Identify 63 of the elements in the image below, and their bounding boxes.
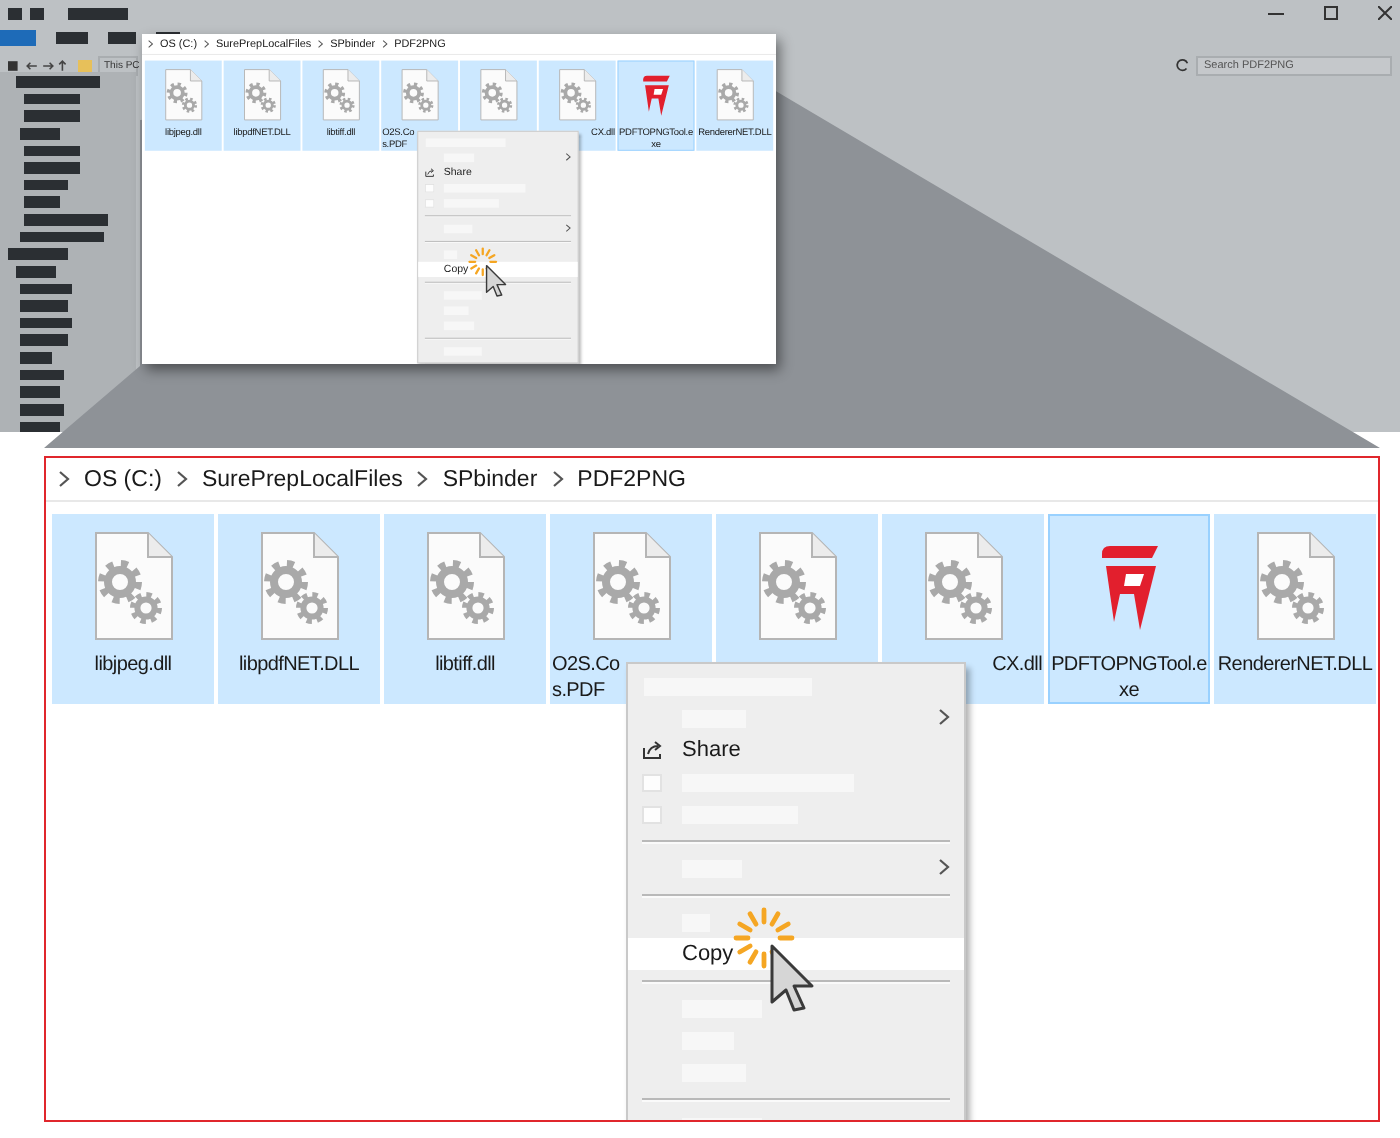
redaction-bar <box>20 386 60 398</box>
gear-file-icon <box>555 68 600 122</box>
file-item[interactable] <box>617 60 695 151</box>
file-name: CX.dll <box>990 652 1044 678</box>
gear-file-icon <box>240 68 284 122</box>
menu-item[interactable]: Share <box>628 734 964 766</box>
click-burst-icon <box>732 906 796 970</box>
redaction-bar <box>20 352 52 364</box>
share-icon <box>642 740 664 760</box>
gear-file-icon <box>712 68 757 122</box>
redaction-bar <box>20 421 60 433</box>
file-name: libtiff.dll <box>433 652 497 678</box>
file-item[interactable] <box>1048 514 1210 704</box>
redaction-bar <box>20 317 72 329</box>
file-name: libpdfNET.DLL <box>236 652 362 678</box>
folder-icon <box>78 58 92 72</box>
file-name: O2S.Co s.PDF <box>550 652 622 704</box>
breadcrumb-item[interactable]: PDF2PNG <box>577 467 686 491</box>
close-icon[interactable] <box>1378 6 1392 20</box>
redaction-bar <box>24 145 80 157</box>
file-name: RendererNET.DLL <box>1215 652 1375 678</box>
redaction-bar <box>20 231 104 243</box>
gear-file-icon <box>319 68 363 122</box>
file-name: libjpeg.dll <box>92 652 174 678</box>
redaction-bar <box>20 403 64 415</box>
navigation-icon[interactable] <box>8 57 72 73</box>
redaction-bar <box>8 7 22 19</box>
redaction-bar <box>24 110 80 122</box>
file-name: PDFTOPNGTool.e xe <box>1049 652 1209 704</box>
gear-file-icon <box>476 68 521 122</box>
breadcrumb-item[interactable]: SurePrepLocalFiles <box>201 467 403 491</box>
redaction-bar <box>108 31 136 43</box>
breadcrumb-item[interactable]: SPbinder <box>442 467 538 491</box>
click-burst-icon <box>467 246 498 277</box>
menu-item[interactable]: Copy <box>628 938 964 970</box>
redaction-bar <box>20 127 60 139</box>
maximize-icon[interactable] <box>1324 6 1338 20</box>
redaction-bar <box>24 214 108 226</box>
redaction-bar <box>20 283 72 295</box>
redaction-bar <box>20 334 68 346</box>
redaction-bar <box>24 162 80 174</box>
ribbon-tab[interactable] <box>0 29 36 45</box>
redaction-bar <box>8 248 68 260</box>
redaction-bar <box>56 31 88 43</box>
redaction-bar <box>30 7 44 19</box>
mouse-pointer-icon <box>768 944 816 1012</box>
redaction-bar <box>24 179 68 191</box>
gear-file-icon <box>397 68 442 122</box>
redaction-bar <box>24 196 60 208</box>
gear-file-icon <box>161 68 206 122</box>
redaction-bar <box>20 369 64 381</box>
redaction-bar <box>24 93 80 105</box>
chevron-icon <box>58 470 70 488</box>
breadcrumb-item[interactable]: OS (C:) <box>84 467 162 491</box>
chevron-icon <box>551 470 564 488</box>
redaction-bar <box>20 300 68 312</box>
refresh-icon[interactable] <box>1176 58 1190 72</box>
redaction-bar <box>16 265 56 277</box>
chevron-icon <box>175 470 188 488</box>
redaction-bar <box>16 76 100 88</box>
mouse-pointer-icon <box>484 264 508 297</box>
chevron-icon <box>416 470 429 488</box>
redaction-bar <box>68 7 128 19</box>
